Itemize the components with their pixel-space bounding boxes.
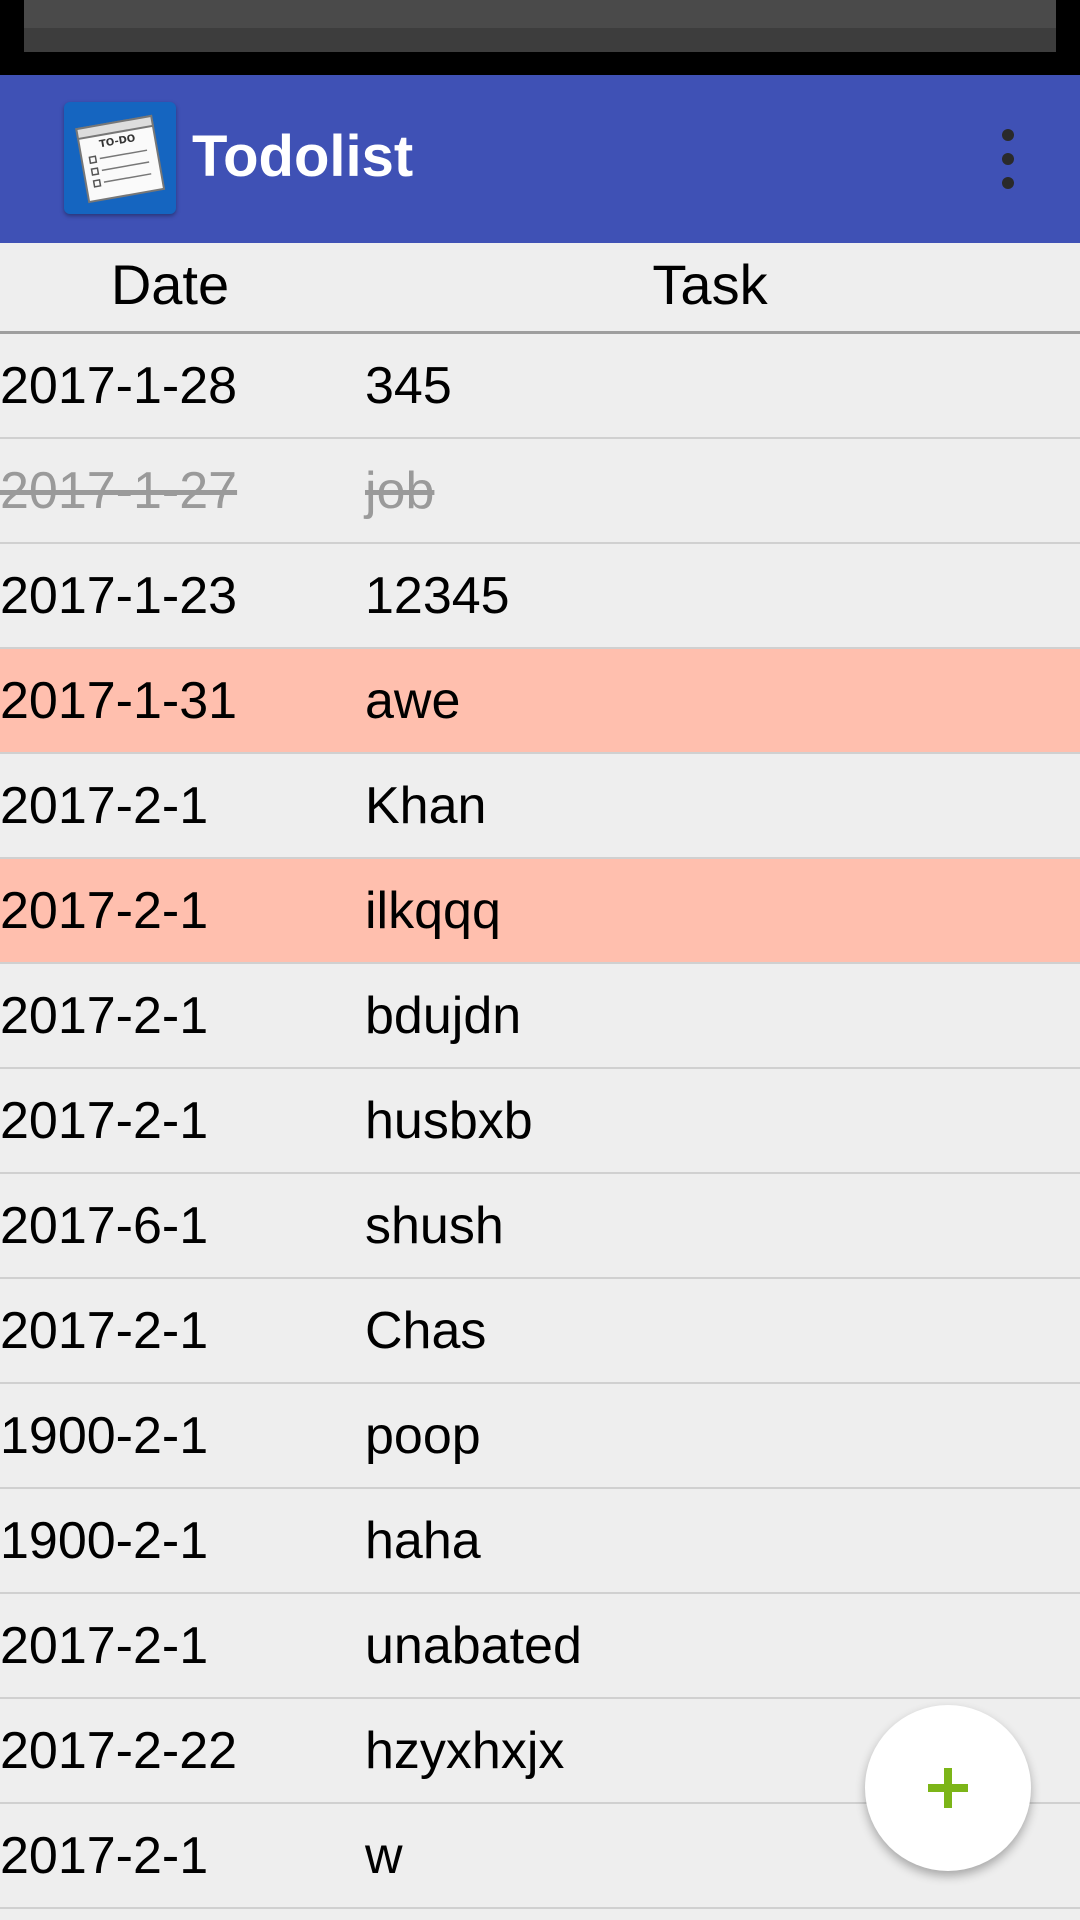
status-bar-fill: [24, 0, 1056, 52]
task-name: poop: [365, 1407, 481, 1465]
task-name: Chas: [365, 1302, 487, 1360]
task-name: bdujdn: [365, 987, 522, 1045]
list-item[interactable]: 2017-2-1 unabated: [0, 1594, 1080, 1699]
app-title: Todolist: [192, 124, 414, 189]
todo-notepad-icon: TO-DO: [64, 102, 176, 214]
task-date: 2017-6-1: [0, 1197, 209, 1255]
task-name: job: [365, 462, 435, 520]
list-item[interactable]: 2017-1-23 12345: [0, 544, 1080, 649]
task-name: hzyxhxjx: [365, 1722, 565, 1780]
task-date: 2017-2-1: [0, 1302, 209, 1360]
list-item[interactable]: 2017-2-1 Khan: [0, 754, 1080, 859]
task-date: 2017-2-1: [0, 777, 209, 835]
app-bar: TO-DO Todolist: [0, 75, 1080, 243]
task-list: 2017-1-28 345 2017-1-27 job 2017-1-23 12345 20…: [0, 334, 1080, 1909]
task-name: shush: [365, 1197, 504, 1255]
task-date: 2017-2-1: [0, 1617, 209, 1675]
task-date: 2017-1-27: [0, 462, 238, 520]
task-name: w: [365, 1827, 403, 1885]
add-task-button[interactable]: [865, 1705, 1031, 1871]
task-date: 2017-2-1: [0, 1092, 209, 1150]
task-date: 2017-1-28: [0, 357, 238, 415]
list-item[interactable]: 2017-2-1 Chas: [0, 1279, 1080, 1384]
task-name: 345: [365, 357, 452, 415]
list-item[interactable]: 1900-2-1 poop: [0, 1384, 1080, 1489]
task-date: 2017-2-1: [0, 1827, 209, 1885]
list-item[interactable]: 2017-1-28 345: [0, 334, 1080, 439]
task-date: 2017-1-23: [0, 567, 238, 625]
list-item[interactable]: 2017-2-1 ilkqqq: [0, 859, 1080, 964]
task-name: haha: [365, 1512, 481, 1570]
list-item[interactable]: 2017-6-1 shush: [0, 1174, 1080, 1279]
task-date: 2017-2-1: [0, 882, 209, 940]
task-date: 1900-2-1: [0, 1407, 209, 1465]
task-date: 1900-2-1: [0, 1512, 209, 1570]
task-date: 2017-1-31: [0, 672, 238, 730]
list-item[interactable]: 2017-1-27 job: [0, 439, 1080, 544]
list-item[interactable]: 2017-1-31 awe: [0, 649, 1080, 754]
task-name: unabated: [365, 1617, 582, 1675]
task-name: husbxb: [365, 1092, 533, 1150]
list-item[interactable]: 2017-2-1 husbxb: [0, 1069, 1080, 1174]
task-name: Khan: [365, 777, 487, 835]
task-name: ilkqqq: [365, 882, 501, 940]
column-header-task[interactable]: Task: [340, 253, 1080, 317]
list-item[interactable]: 1900-2-1 haha: [0, 1489, 1080, 1594]
column-header-date[interactable]: Date: [0, 253, 340, 317]
task-name: awe: [365, 672, 461, 730]
task-date: 2017-2-1: [0, 987, 209, 1045]
table-header: Date Task: [0, 243, 1080, 334]
plus-icon: [928, 1768, 968, 1808]
task-date: 2017-2-22: [0, 1722, 238, 1780]
status-bar: [0, 0, 1080, 75]
task-name: 12345: [365, 567, 510, 625]
list-item[interactable]: 2017-2-1 bdujdn: [0, 964, 1080, 1069]
more-vert-icon[interactable]: [984, 125, 1032, 193]
